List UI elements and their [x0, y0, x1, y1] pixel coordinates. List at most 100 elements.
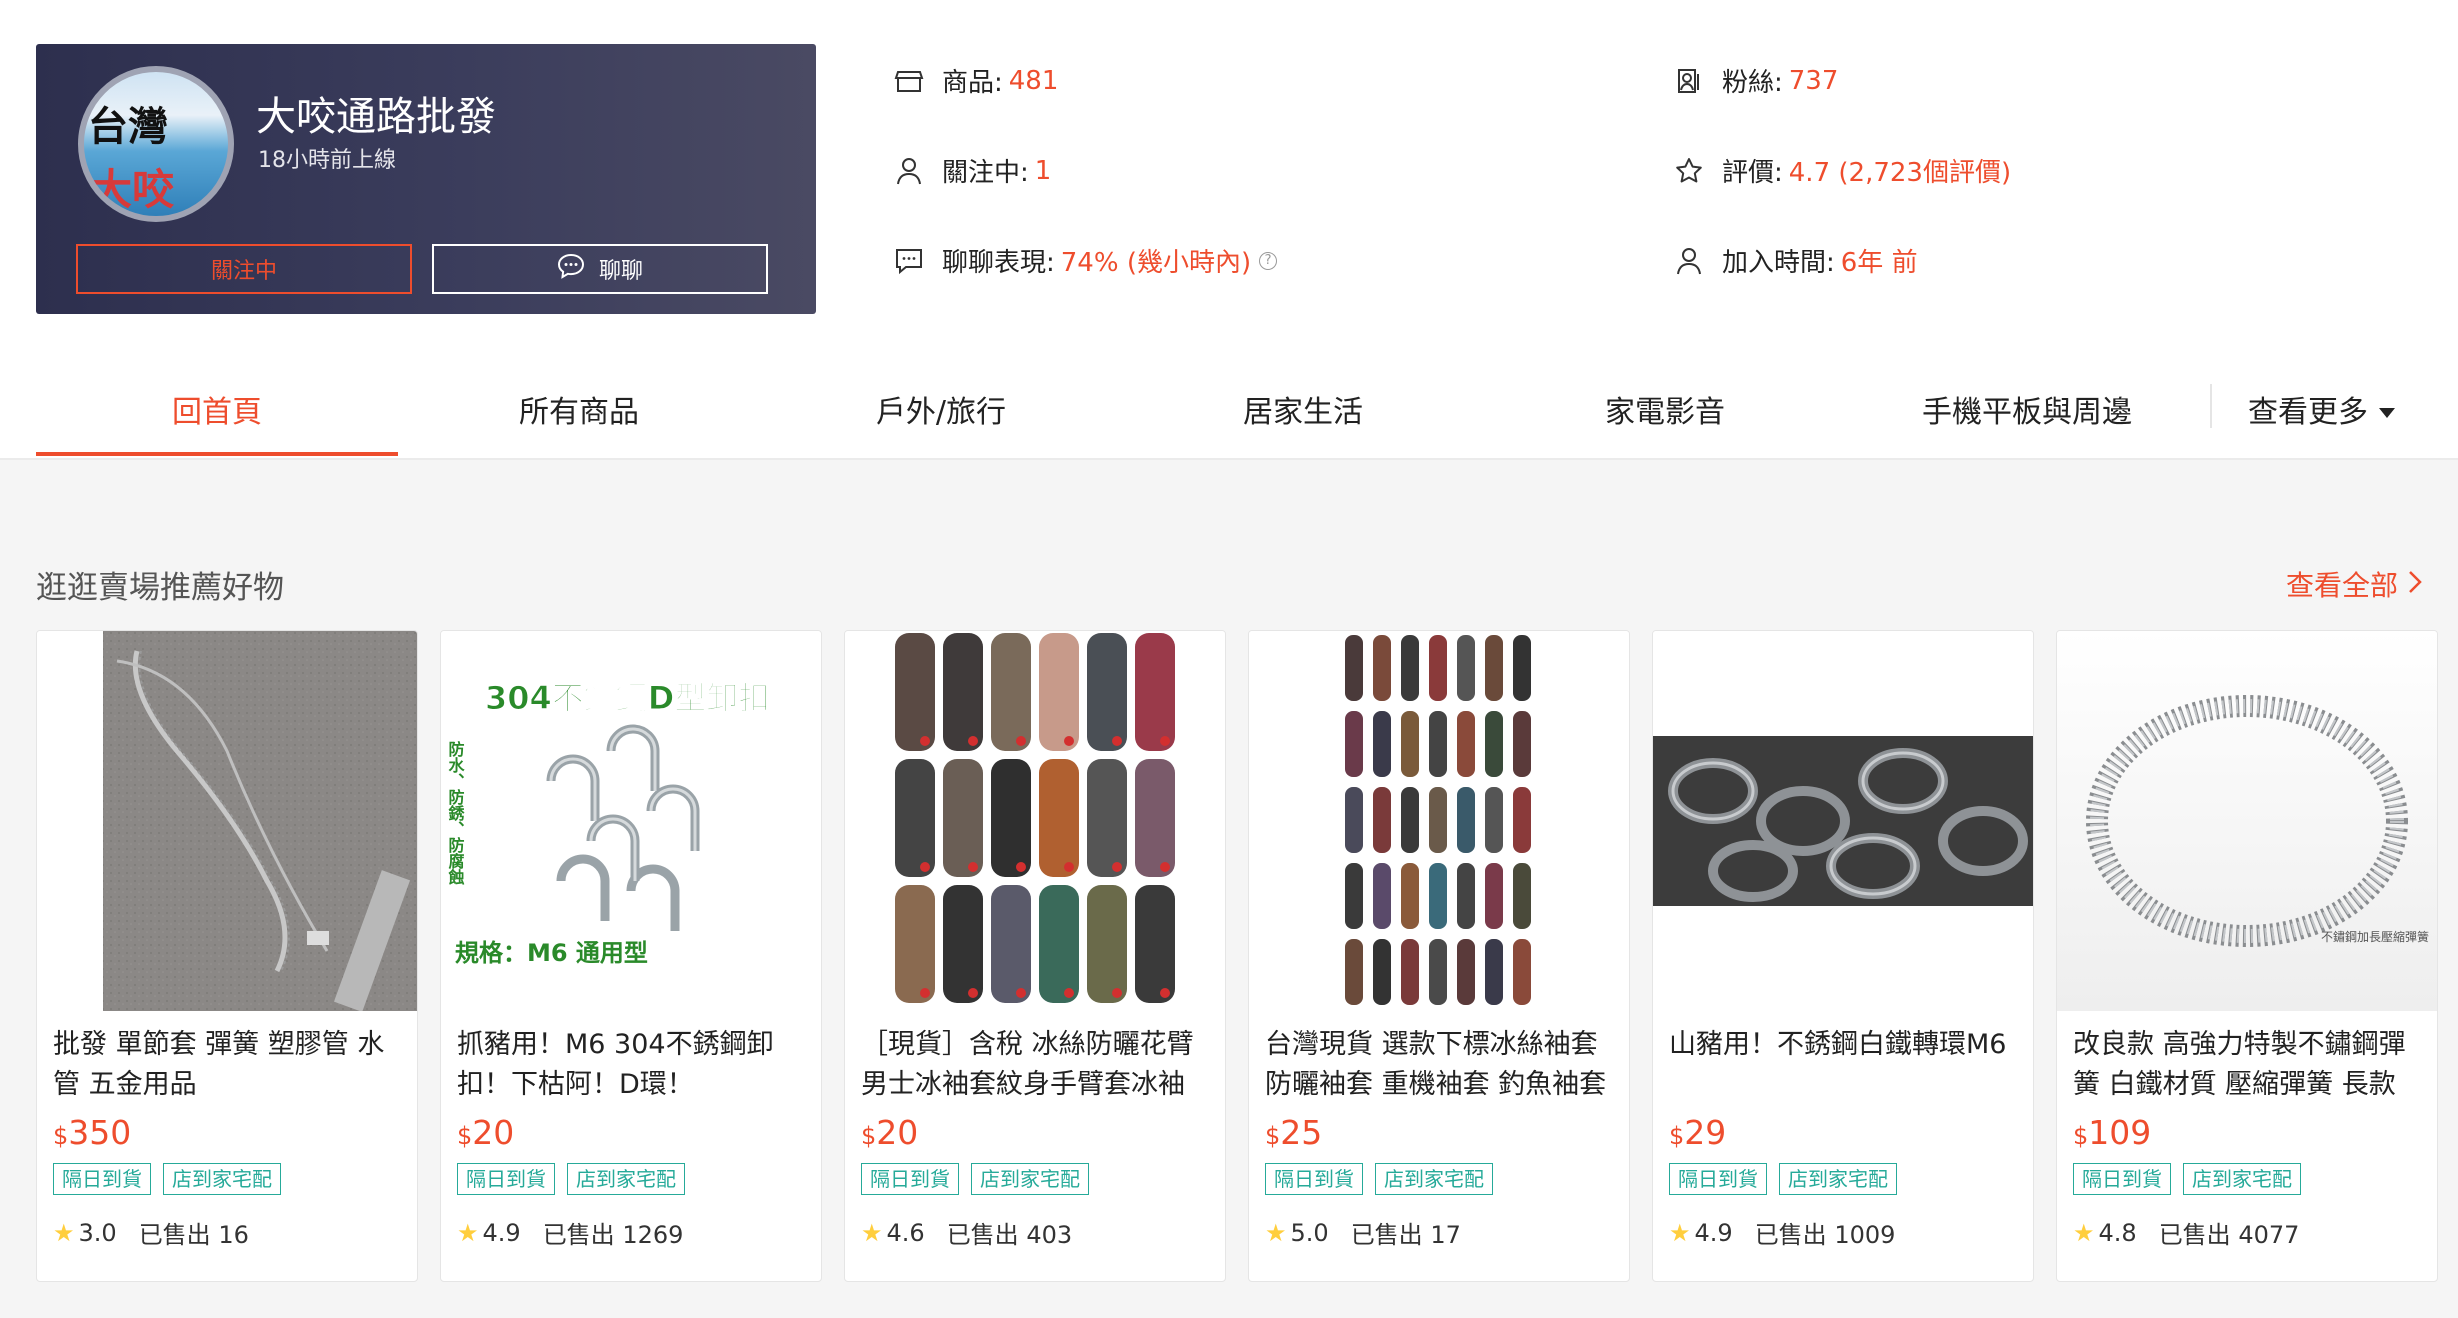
stat-following: 關注中: 1 [892, 152, 1051, 189]
product-title[interactable]: ［現貨］含稅 冰絲防曬花臂男士冰袖套紋身手臂套冰袖 [861, 1025, 1211, 1105]
product-meta: ★ 5.0 已售出 17 [1265, 1215, 1461, 1250]
shop-card: 台灣 大咬 大咬通路批發 18小時前上線 關注中 聊聊 [36, 44, 816, 314]
tab-label: 戶外/旅行 [875, 395, 1007, 430]
avatar-text-top: 台灣 [88, 104, 168, 150]
product-meta: ★ 4.9 已售出 1269 [457, 1215, 683, 1250]
product-card[interactable]: 台灣現貨 選款下標冰絲袖套防曬袖套 重機袖套 釣魚袖套 $25 隔日到貨 店到家… [1248, 630, 1630, 1282]
tab-label: 居家生活 [1243, 395, 1363, 430]
product-card[interactable]: 批發 單節套 彈簧 塑膠管 水管 五金用品 $350 隔日到貨 店到家宅配 ★ … [36, 630, 418, 1282]
tab-label: 所有商品 [519, 395, 639, 430]
product-sold: 已售出 17 [1350, 1221, 1461, 1249]
stat-products: 商品: 481 [892, 62, 1058, 99]
image-text-side: 防水、防銹、防腐蝕 [446, 740, 466, 886]
product-price: $20 [861, 1113, 919, 1152]
avatar-text-bottom: 大咬 [90, 165, 175, 214]
tab-outdoor-travel[interactable]: 戶外/旅行 [760, 360, 1122, 458]
product-title[interactable]: 批發 單節套 彈簧 塑膠管 水管 五金用品 [53, 1025, 403, 1105]
product-title[interactable]: 台灣現貨 選款下標冰絲袖套防曬袖套 重機袖套 釣魚袖套 [1265, 1025, 1615, 1105]
stat-followers-label: 粉絲: [1722, 68, 1783, 98]
product-tags: 隔日到貨 店到家宅配 [457, 1163, 685, 1195]
star-icon: ★ [457, 1218, 479, 1247]
shop-avatar[interactable]: 台灣 大咬 [78, 66, 234, 222]
stat-followers-value: 737 [1788, 65, 1839, 96]
home-delivery-tag: 店到家宅配 [567, 1163, 685, 1195]
next-day-delivery-tag: 隔日到貨 [53, 1163, 151, 1195]
product-image-swivel-rings[interactable] [1653, 631, 2033, 1011]
section-title: 逛逛賣場推薦好物 [36, 570, 284, 606]
tab-see-more[interactable]: 查看更多 [2222, 360, 2422, 458]
product-rating: 3.0 [78, 1218, 117, 1247]
product-image-compression-spring[interactable]: 不鏽鋼加長壓縮彈簧 [2057, 631, 2437, 1011]
product-meta: ★ 3.0 已售出 16 [53, 1215, 249, 1250]
product-title[interactable]: 抓豬用！M6 304不銹鋼卸扣！下枯阿！D環！ [457, 1025, 807, 1105]
product-image-d-shackle[interactable]: 304不鏽鋼D型卸扣 規格：M6 通用型 防水、防銹、防腐蝕 [441, 631, 821, 1011]
product-image-tattoo-sleeves[interactable] [845, 631, 1225, 1011]
stat-joined: 加入時間: 6年 前 [1672, 242, 1918, 279]
home-delivery-tag: 店到家宅配 [971, 1163, 1089, 1195]
product-title[interactable]: 山豬用！不銹鋼白鐵轉環M6 [1669, 1025, 2019, 1065]
next-day-delivery-tag: 隔日到貨 [1265, 1163, 1363, 1195]
shop-nav-tabs: 回首頁 所有商品 戶外/旅行 居家生活 家電影音 手機平板與周邊 查看更多 [36, 360, 2422, 460]
product-tags: 隔日到貨 店到家宅配 [2073, 1163, 2301, 1195]
home-delivery-tag: 店到家宅配 [2183, 1163, 2301, 1195]
product-price: $350 [53, 1113, 132, 1152]
tab-appliances-av[interactable]: 家電影音 [1484, 360, 1846, 458]
person-icon [1672, 244, 1706, 278]
tab-home-living[interactable]: 居家生活 [1122, 360, 1484, 458]
see-all-link[interactable]: 查看全部 [2286, 564, 2422, 604]
stat-products-label: 商品: [942, 68, 1003, 98]
star-icon: ★ [861, 1218, 883, 1247]
follow-button[interactable]: 關注中 [76, 244, 412, 294]
product-price: $20 [457, 1113, 515, 1152]
star-icon: ★ [2073, 1218, 2095, 1247]
product-tags: 隔日到貨 店到家宅配 [1265, 1163, 1493, 1195]
product-card[interactable]: 不鏽鋼加長壓縮彈簧 改良款 高強力特製不鏽鋼彈簧 白鐵材質 壓縮彈簧 長款 $1… [2056, 630, 2438, 1282]
tab-more-label: 查看更多 [2248, 395, 2368, 430]
product-meta: ★ 4.6 已售出 403 [861, 1215, 1072, 1250]
stat-following-label: 關注中: [942, 158, 1029, 188]
product-image-spring-hose[interactable] [37, 631, 417, 1011]
stat-following-value[interactable]: 1 [1035, 156, 1052, 186]
image-text-bottom: 規格：M6 通用型 [455, 939, 648, 967]
chat-icon [892, 244, 926, 278]
product-sold: 已售出 1269 [542, 1221, 684, 1249]
chevron-right-icon [2408, 568, 2422, 601]
tab-label: 手機平板與周邊 [1922, 395, 2132, 430]
chat-button-label: 聊聊 [598, 259, 643, 284]
caret-down-icon [2378, 392, 2396, 427]
stat-chat-label: 聊聊表現: [942, 248, 1055, 278]
chat-button[interactable]: 聊聊 [432, 244, 768, 294]
product-sold: 已售出 403 [946, 1221, 1073, 1249]
store-icon [892, 64, 926, 98]
star-icon: ★ [53, 1218, 75, 1247]
product-rating: 4.6 [886, 1218, 925, 1247]
stat-chat-value: 74% (幾小時內) [1060, 248, 1252, 278]
product-card[interactable]: 山豬用！不銹鋼白鐵轉環M6 $29 隔日到貨 店到家宅配 ★ 4.9 已售出 1… [1652, 630, 2034, 1282]
product-title[interactable]: 改良款 高強力特製不鏽鋼彈簧 白鐵材質 壓縮彈簧 長款 [2073, 1025, 2423, 1105]
product-sold: 已售出 4077 [2158, 1221, 2300, 1249]
home-delivery-tag: 店到家宅配 [1779, 1163, 1897, 1195]
tab-mobile-tablet[interactable]: 手機平板與周邊 [1846, 360, 2208, 458]
product-card[interactable]: 304不鏽鋼D型卸扣 規格：M6 通用型 防水、防銹、防腐蝕 抓豬用！M6 30… [440, 630, 822, 1282]
product-card[interactable]: ［現貨］含稅 冰絲防曬花臂男士冰袖套紋身手臂套冰袖 $20 隔日到貨 店到家宅配… [844, 630, 1226, 1282]
star-outline-icon [1672, 154, 1706, 188]
stat-chat-performance: 聊聊表現: 74% (幾小時內) ? [892, 242, 1278, 279]
product-price: $29 [1669, 1113, 1727, 1152]
tab-label: 回首頁 [172, 395, 262, 430]
product-rating: 4.9 [1694, 1218, 1733, 1247]
tab-divider [2210, 384, 2212, 428]
product-price: $25 [1265, 1113, 1323, 1152]
tab-home[interactable]: 回首頁 [36, 360, 398, 458]
stat-products-value: 481 [1008, 65, 1059, 96]
home-delivery-tag: 店到家宅配 [1375, 1163, 1493, 1195]
product-image-ice-sleeves[interactable] [1249, 631, 1629, 1011]
tab-all-products[interactable]: 所有商品 [398, 360, 760, 458]
stat-rating-label: 評價: [1722, 158, 1783, 188]
help-icon[interactable]: ? [1259, 251, 1278, 270]
stat-rating-value[interactable]: 4.7 (2,723個評價) [1789, 152, 2011, 189]
tabs-bottom-border [0, 458, 2458, 460]
followers-icon [1672, 64, 1706, 98]
stat-rating: 評價: 4.7 (2,723個評價) [1672, 152, 2011, 189]
stat-joined-label: 加入時間: [1722, 248, 1835, 278]
product-rating: 4.8 [2098, 1218, 2137, 1247]
